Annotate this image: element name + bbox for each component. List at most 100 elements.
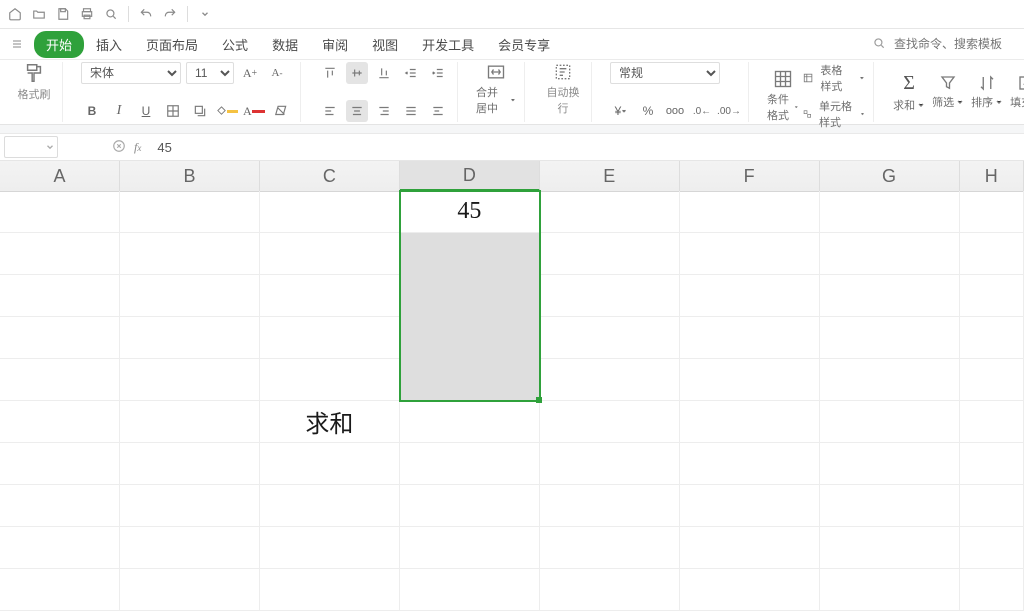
font-size-select[interactable]: 11 <box>186 62 234 84</box>
tab-开发工具[interactable]: 开发工具 <box>410 31 486 58</box>
cell[interactable] <box>540 317 680 359</box>
percent-icon[interactable]: % <box>637 100 659 122</box>
column-header-B[interactable]: B <box>120 161 260 191</box>
border-button[interactable] <box>162 100 184 122</box>
column-header-E[interactable]: E <box>540 161 680 191</box>
cell[interactable] <box>0 443 120 485</box>
cell[interactable] <box>0 275 120 317</box>
italic-button[interactable]: I <box>108 100 130 122</box>
cell[interactable] <box>120 401 260 443</box>
cell[interactable] <box>120 527 260 569</box>
search-input[interactable] <box>892 36 1016 52</box>
decrease-font-icon[interactable]: A- <box>266 62 288 84</box>
chevron-down-icon[interactable] <box>196 5 214 23</box>
table-style-button[interactable]: 表格样式 <box>803 62 865 94</box>
underline-button[interactable]: U <box>135 100 157 122</box>
number-format-select[interactable]: 常规 <box>610 62 720 84</box>
column-header-A[interactable]: A <box>0 161 120 191</box>
column-header-D[interactable]: D <box>400 161 540 191</box>
cell[interactable] <box>540 569 680 611</box>
cell[interactable] <box>960 317 1024 359</box>
cell[interactable] <box>540 485 680 527</box>
cell[interactable] <box>960 443 1024 485</box>
cell[interactable] <box>0 401 120 443</box>
cell[interactable]: 求和 <box>260 401 400 443</box>
cell[interactable] <box>0 527 120 569</box>
cell[interactable] <box>680 359 820 401</box>
print-icon[interactable] <box>78 5 96 23</box>
cell[interactable] <box>680 233 820 275</box>
cell[interactable] <box>0 569 120 611</box>
redo-icon[interactable] <box>161 5 179 23</box>
cell[interactable] <box>960 527 1024 569</box>
currency-icon[interactable]: ¥ <box>610 100 632 122</box>
file-menu-icon[interactable] <box>8 35 26 53</box>
cell[interactable] <box>0 233 120 275</box>
cell[interactable] <box>680 485 820 527</box>
cell[interactable] <box>820 569 960 611</box>
tab-公式[interactable]: 公式 <box>210 31 260 58</box>
cell[interactable] <box>680 569 820 611</box>
cell[interactable] <box>0 191 120 233</box>
align-right-icon[interactable] <box>373 100 395 122</box>
cell[interactable] <box>820 191 960 233</box>
cell[interactable]: 78 <box>400 359 540 401</box>
cell[interactable] <box>260 191 400 233</box>
cell[interactable] <box>680 275 820 317</box>
tab-数据[interactable]: 数据 <box>260 31 310 58</box>
decrease-decimal-icon[interactable]: .00→ <box>718 100 740 122</box>
spreadsheet-grid[interactable]: ABCDEFGH 4567242378求和 <box>0 161 1024 616</box>
save-icon[interactable] <box>54 5 72 23</box>
cell[interactable] <box>820 233 960 275</box>
cell[interactable] <box>400 527 540 569</box>
fill-button[interactable]: 填充 <box>1009 74 1024 110</box>
preview-icon[interactable] <box>102 5 120 23</box>
fill-color-button[interactable] <box>216 100 238 122</box>
cell[interactable] <box>260 569 400 611</box>
align-middle-icon[interactable] <box>346 62 368 84</box>
cell[interactable] <box>0 317 120 359</box>
decrease-indent-icon[interactable] <box>400 62 422 84</box>
fx-icon[interactable]: fx <box>134 140 141 155</box>
sum-button[interactable]: Σ求和 <box>892 72 926 113</box>
cell[interactable]: 23 <box>400 317 540 359</box>
cell[interactable] <box>120 569 260 611</box>
cell[interactable] <box>960 233 1024 275</box>
cell[interactable] <box>960 401 1024 443</box>
column-header-C[interactable]: C <box>260 161 400 191</box>
cell[interactable]: 67 <box>400 233 540 275</box>
cell[interactable] <box>820 401 960 443</box>
align-bottom-icon[interactable] <box>373 62 395 84</box>
tab-会员专享[interactable]: 会员专享 <box>486 31 562 58</box>
cell[interactable] <box>0 485 120 527</box>
formula-value[interactable]: 45 <box>147 140 181 155</box>
column-header-F[interactable]: F <box>680 161 820 191</box>
cell[interactable] <box>120 275 260 317</box>
tab-审阅[interactable]: 审阅 <box>310 31 360 58</box>
cell[interactable] <box>260 485 400 527</box>
cell[interactable] <box>120 233 260 275</box>
open-icon[interactable] <box>30 5 48 23</box>
cell[interactable] <box>260 275 400 317</box>
cancel-entry-icon[interactable] <box>112 139 128 155</box>
tab-插入[interactable]: 插入 <box>84 31 134 58</box>
merge-center-button[interactable]: 合并居中 <box>476 62 516 116</box>
cell[interactable] <box>820 359 960 401</box>
column-header-G[interactable]: G <box>820 161 960 191</box>
cell[interactable] <box>680 527 820 569</box>
cell[interactable] <box>540 527 680 569</box>
cell[interactable] <box>680 317 820 359</box>
cell[interactable]: 24 <box>400 275 540 317</box>
cell[interactable] <box>120 359 260 401</box>
cell[interactable] <box>400 401 540 443</box>
cell[interactable] <box>120 443 260 485</box>
cell[interactable] <box>960 191 1024 233</box>
cell[interactable] <box>540 275 680 317</box>
cell[interactable] <box>820 485 960 527</box>
cell[interactable] <box>820 443 960 485</box>
cell[interactable] <box>960 569 1024 611</box>
increase-font-icon[interactable]: A+ <box>239 62 261 84</box>
increase-indent-icon[interactable] <box>427 62 449 84</box>
cell[interactable] <box>540 233 680 275</box>
tab-视图[interactable]: 视图 <box>360 31 410 58</box>
